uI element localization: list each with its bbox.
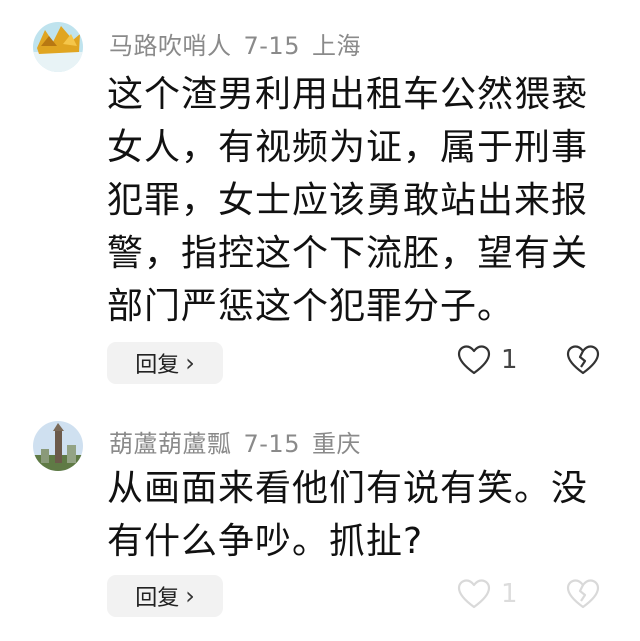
like-count: 1 [501, 579, 518, 609]
comment-text: 这个渣男利用出租车公然猥亵女人，有视频为证，属于刑事犯罪，女士应该勇敢站出来报警… [107, 74, 589, 327]
dislike-button[interactable] [566, 578, 600, 614]
avatar[interactable] [33, 421, 83, 471]
broken-heart-icon [566, 579, 600, 609]
reply-label: 回复 [135, 586, 180, 611]
comment-meta: 葫蘆葫蘆瓢 7-15 重庆 [109, 424, 373, 459]
comment-date: 7-15 [243, 430, 300, 458]
avatar[interactable] [33, 22, 83, 72]
comment-item: 葫蘆葫蘆瓢 7-15 重庆 从画面来看他们有说有笑。没有什么争吵。抓扯? 回复 › … [0, 400, 640, 641]
comment-item: 马路吹哨人 7-15 上海 这个渣男利用出租车公然猥亵女人，有视频为证，属于刑事犯罪… [0, 0, 640, 400]
username[interactable]: 马路吹哨人 [109, 32, 232, 60]
comment-location: 重庆 [311, 430, 361, 458]
like-button[interactable]: 1 [457, 578, 518, 610]
avatar-image [33, 421, 83, 471]
comment-date: 7-15 [243, 32, 300, 60]
broken-heart-icon [566, 345, 600, 375]
username[interactable]: 葫蘆葫蘆瓢 [109, 430, 232, 458]
reply-button[interactable]: 回复 › [107, 575, 223, 617]
comment-meta: 马路吹哨人 7-15 上海 [109, 26, 373, 61]
comment-text: 从画面来看他们有说有笑。没有什么争吵。抓扯? [107, 468, 589, 562]
dislike-button[interactable] [566, 344, 600, 380]
heart-icon [457, 345, 491, 375]
like-button[interactable]: 1 [457, 344, 518, 376]
comment-location: 上海 [311, 32, 361, 60]
heart-icon [457, 579, 491, 609]
reply-button[interactable]: 回复 › [107, 342, 223, 384]
reply-label: 回复 [135, 353, 180, 378]
like-count: 1 [501, 345, 518, 375]
avatar-image [33, 22, 83, 72]
chevron-right-icon: › [185, 349, 195, 377]
chevron-right-icon: › [185, 582, 195, 610]
